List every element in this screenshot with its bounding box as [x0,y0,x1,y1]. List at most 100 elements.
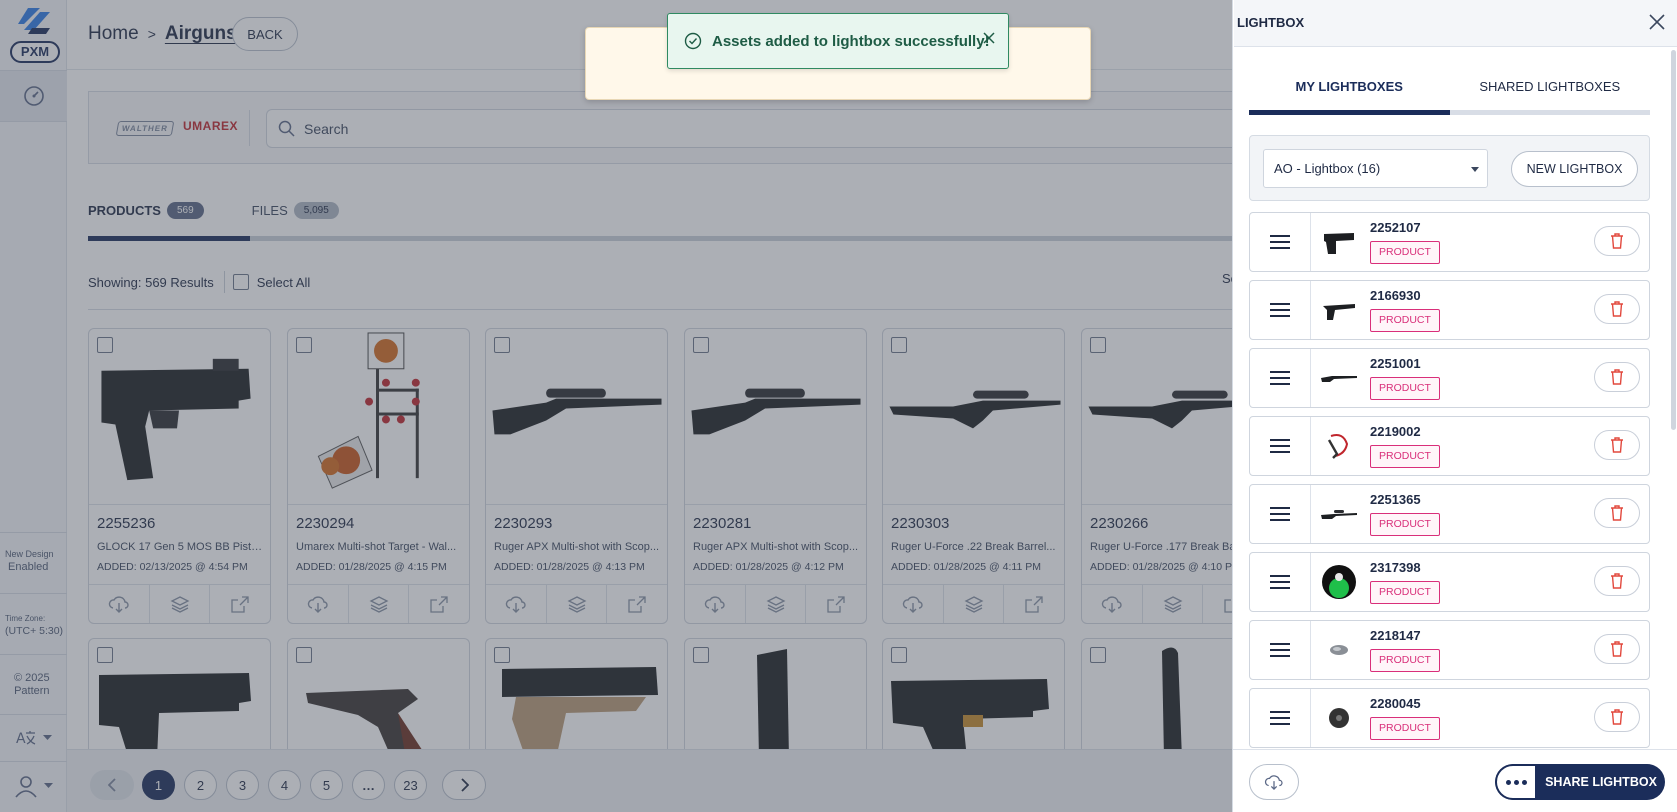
lightbox-item[interactable]: 2166930 PRODUCT [1249,280,1650,340]
lightbox-item[interactable]: 2219002 PRODUCT [1249,416,1650,476]
trash-icon [1611,233,1623,249]
delete-item-button[interactable] [1594,498,1640,528]
drag-handle[interactable] [1250,213,1311,271]
new-lightbox-button[interactable]: NEW LIGHTBOX [1511,151,1638,187]
lightbox-select-value: AO - Lightbox (16) [1274,161,1381,176]
item-type-tag: PRODUCT [1370,581,1440,604]
drag-handle[interactable] [1250,417,1311,475]
tab-my-lightboxes[interactable]: MY LIGHTBOXES [1249,70,1450,114]
menu-icon [1270,439,1290,453]
item-type-tag: PRODUCT [1370,717,1440,740]
cloud-download-icon [1264,775,1283,790]
lightbox-scrollbar[interactable] [1671,50,1676,430]
item-sku: 2251365 [1370,492,1421,507]
trash-icon [1611,641,1623,657]
item-sku: 2280045 [1370,696,1421,711]
menu-icon [1270,303,1290,317]
delete-item-button[interactable] [1594,702,1640,732]
check-circle-icon [684,32,702,50]
item-thumbnail [1320,495,1358,533]
toast-message: Assets added to lightbox successfully! [712,32,990,50]
item-thumbnail [1320,631,1358,669]
trash-icon [1611,505,1623,521]
delete-item-button[interactable] [1594,430,1640,460]
rifle-image [1321,376,1357,382]
lightbox-item[interactable]: 2317398 PRODUCT [1249,552,1650,612]
sling-image [1327,434,1349,459]
pistol-image [1324,233,1354,254]
more-options-button[interactable] [1495,764,1537,800]
item-sku: 2251001 [1370,356,1421,371]
menu-icon [1270,711,1290,725]
lightbox-footer: SHARE LIGHTBOX [1233,749,1677,812]
lightbox-item[interactable]: 2251365 PRODUCT [1249,484,1650,544]
trash-icon [1611,709,1623,725]
item-type-tag: PRODUCT [1370,445,1440,468]
caret-down-icon [1471,167,1479,172]
close-icon[interactable] [1648,13,1666,31]
item-type-tag: PRODUCT [1370,309,1440,332]
item-thumbnail [1320,427,1358,465]
drag-handle[interactable] [1250,621,1311,679]
share-lightbox-button[interactable]: SHARE LIGHTBOX [1537,764,1665,800]
delete-item-button[interactable] [1594,294,1640,324]
item-thumbnail [1320,291,1358,329]
item-sku: 2317398 [1370,560,1421,575]
item-sku: 2218147 [1370,628,1421,643]
scoped-rifle-image [1321,510,1357,519]
drag-handle[interactable] [1250,485,1311,543]
drag-handle[interactable] [1250,553,1311,611]
menu-icon [1270,235,1290,249]
item-sku: 2252107 [1370,220,1421,235]
lightbox-panel: LIGHTBOX MY LIGHTBOXES SHARED LIGHTBOXES… [1232,0,1677,812]
lightbox-item[interactable]: 2218147 PRODUCT [1249,620,1650,680]
item-sku: 2166930 [1370,288,1421,303]
drag-handle[interactable] [1250,689,1311,747]
share-lightbox-group: SHARE LIGHTBOX [1495,764,1665,800]
lightbox-item[interactable]: 2280045 PRODUCT [1249,688,1650,748]
item-type-tag: PRODUCT [1370,513,1440,536]
lightbox-title: LIGHTBOX [1237,15,1305,30]
success-toast: Assets added to lightbox successfully! [667,13,1009,69]
drag-handle[interactable] [1250,281,1311,339]
delete-item-button[interactable] [1594,634,1640,664]
pellets-image [1330,645,1348,655]
tab-shared-lightboxes[interactable]: SHARED LIGHTBOXES [1450,70,1651,114]
menu-icon [1270,643,1290,657]
menu-icon [1270,507,1290,521]
menu-icon [1270,371,1290,385]
delete-item-button[interactable] [1594,226,1640,256]
item-thumbnail [1320,699,1358,737]
item-thumbnail [1320,359,1358,397]
lightbox-select[interactable]: AO - Lightbox (16) [1263,149,1488,188]
lightbox-item[interactable]: 2252107 PRODUCT [1249,212,1650,272]
more-dot [1513,779,1519,785]
lightbox-header: LIGHTBOX [1234,0,1677,47]
lightbox-tabs: MY LIGHTBOXES SHARED LIGHTBOXES [1249,70,1650,114]
close-icon[interactable] [982,31,996,45]
lightbox-tab-indicator-fill [1249,110,1450,115]
item-thumbnail [1320,563,1358,601]
lightbox-tab-indicator [1249,110,1650,115]
item-type-tag: PRODUCT [1370,241,1440,264]
menu-icon [1270,575,1290,589]
lightbox-item[interactable]: 2251001 PRODUCT [1249,348,1650,408]
delete-item-button[interactable] [1594,566,1640,596]
trash-icon [1611,573,1623,589]
item-sku: 2219002 [1370,424,1421,439]
air-pistol-image [1323,304,1355,320]
more-dot [1521,779,1527,785]
item-type-tag: PRODUCT [1370,377,1440,400]
modal-overlay[interactable] [0,0,1232,812]
item-thumbnail [1320,223,1358,261]
pellet-tin-image [1322,565,1356,599]
trash-icon [1611,437,1623,453]
download-lightbox-button[interactable] [1249,764,1299,800]
drag-handle[interactable] [1250,349,1311,407]
item-type-tag: PRODUCT [1370,649,1440,672]
lightbox-selector-bar: AO - Lightbox (16) NEW LIGHTBOX [1249,135,1650,201]
trash-icon [1611,369,1623,385]
magazine-disk-image [1329,708,1349,728]
delete-item-button[interactable] [1594,362,1640,392]
trash-icon [1611,301,1623,317]
